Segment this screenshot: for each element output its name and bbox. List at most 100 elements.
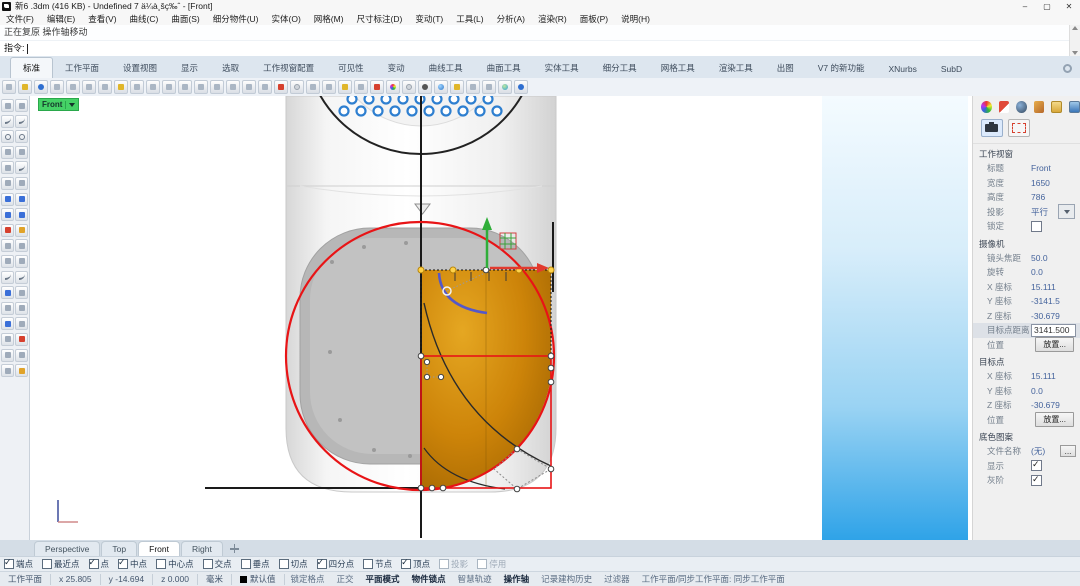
plane-gold-icon[interactable] <box>15 364 28 377</box>
osnap-disable[interactable]: 停用 <box>477 558 506 570</box>
curve-fillet-icon[interactable] <box>1 271 14 284</box>
osnap-center[interactable]: 中心点 <box>156 558 194 570</box>
camera-z-value[interactable]: -30.679 <box>1031 311 1080 321</box>
osnap-end[interactable]: 端点 <box>4 558 33 570</box>
adjust-curve-icon[interactable] <box>15 271 28 284</box>
surface-patch-icon[interactable] <box>1 177 14 190</box>
render-globe-icon[interactable] <box>434 80 448 94</box>
target-z-value[interactable]: -30.679 <box>1031 400 1080 410</box>
viewport-tab-front[interactable]: Front <box>138 541 180 556</box>
box-solid-icon[interactable] <box>1 193 14 206</box>
sphere-solid-icon[interactable] <box>15 193 28 206</box>
boolean-union-icon[interactable] <box>1 224 14 237</box>
target-y-value[interactable]: 0.0 <box>1031 386 1080 396</box>
polygon-icon[interactable] <box>1 161 14 174</box>
target-distance-input[interactable]: 3141.500 <box>1031 324 1076 337</box>
display-tab-icon[interactable] <box>1016 101 1027 113</box>
command-prompt[interactable]: 指令: <box>0 41 1080 56</box>
tab-v7-new[interactable]: V7 的新功能 <box>806 58 877 78</box>
cplane-field[interactable]: 工作平面 <box>0 574 51 585</box>
undo-icon[interactable] <box>130 80 144 94</box>
tab-cplanes[interactable]: 工作平面 <box>53 58 111 78</box>
arc-icon[interactable] <box>15 161 28 174</box>
tab-render-tools[interactable]: 渲染工具 <box>707 58 765 78</box>
menu-tools[interactable]: 工具(L) <box>456 13 483 25</box>
tab-set-view[interactable]: 设置视图 <box>111 58 169 78</box>
menu-render[interactable]: 渲染(R) <box>538 13 567 25</box>
locked-checkbox[interactable] <box>1031 221 1042 232</box>
toggle-smarttrack[interactable]: 智慧轨迹 <box>452 573 498 585</box>
rectangle-icon[interactable] <box>15 146 28 159</box>
osnap-tangent[interactable]: 切点 <box>279 558 308 570</box>
camera-y-value[interactable]: -3141.5 <box>1031 296 1080 306</box>
menu-surface[interactable]: 曲面(S) <box>171 13 199 25</box>
rotate-view-icon[interactable] <box>242 80 256 94</box>
tab-visibility[interactable]: 可见性 <box>326 58 376 78</box>
viewport-tab-right[interactable]: Right <box>181 541 223 556</box>
zoom-extents-icon[interactable] <box>226 80 240 94</box>
new-viewport-tab-button[interactable] <box>230 544 239 553</box>
tab-select[interactable]: 选取 <box>210 58 251 78</box>
layers-tab-icon[interactable] <box>999 101 1010 113</box>
menu-dimension[interactable]: 尺寸标注(D) <box>357 13 403 25</box>
osnap-knot[interactable]: 节点 <box>363 558 392 570</box>
layer-field[interactable]: 默认值 <box>232 574 285 585</box>
hatch-icon[interactable] <box>15 317 28 330</box>
osnap-near[interactable]: 最近点 <box>42 558 80 570</box>
layer-paint-icon[interactable] <box>370 80 384 94</box>
environment-tab-icon[interactable] <box>1069 101 1080 113</box>
toggle-grid-snap[interactable]: 锁定格点 <box>285 573 331 585</box>
linear-array-icon[interactable] <box>15 333 28 346</box>
scroll-down-icon[interactable] <box>1072 51 1078 55</box>
viewport-tab-top[interactable]: Top <box>101 541 137 556</box>
tab-subd[interactable]: SubD <box>929 60 974 78</box>
rotation-value[interactable]: 0.0 <box>1031 267 1080 277</box>
ghosted-viewport-icon[interactable] <box>290 80 304 94</box>
tab-curve-tools[interactable]: 曲线工具 <box>417 58 475 78</box>
projection-dropdown[interactable] <box>1058 204 1075 219</box>
tab-drafting[interactable]: 出图 <box>765 58 806 78</box>
color-wheel-icon[interactable] <box>386 80 400 94</box>
print-icon[interactable] <box>50 80 64 94</box>
material-sphere-light-icon[interactable] <box>402 80 416 94</box>
ellipse-icon[interactable] <box>15 130 28 143</box>
osnap-intersection[interactable]: 交点 <box>203 558 232 570</box>
scroll-up-icon[interactable] <box>1072 26 1078 30</box>
cut-icon[interactable] <box>82 80 96 94</box>
osnap-quadrant[interactable]: 四分点 <box>317 558 355 570</box>
camera-x-value[interactable]: 15.111 <box>1031 282 1080 292</box>
rendering-tab-icon[interactable] <box>1034 101 1045 113</box>
gear-options-icon[interactable] <box>466 80 480 94</box>
text-object-icon[interactable] <box>1 286 14 299</box>
viewport-height-value[interactable]: 786 <box>1031 192 1080 202</box>
paste-icon[interactable] <box>114 80 128 94</box>
toggle-record-history[interactable]: 记录建构历史 <box>535 573 598 585</box>
zoom-dynamic-icon[interactable] <box>178 80 192 94</box>
toggle-osnap[interactable]: 物件锁点 <box>406 573 452 585</box>
tab-transform[interactable]: 变动 <box>376 58 417 78</box>
bitmap-grayscale-checkbox[interactable] <box>1031 475 1042 486</box>
extrude-surface-icon[interactable] <box>15 208 28 221</box>
menu-subd[interactable]: 细分物件(U) <box>213 13 259 25</box>
lamp-icon[interactable] <box>338 80 352 94</box>
target-x-value[interactable]: 15.111 <box>1031 371 1080 381</box>
menu-help[interactable]: 说明(H) <box>621 13 650 25</box>
projection-value[interactable]: 平行 <box>1031 206 1058 218</box>
maximize-button[interactable]: ▢ <box>1036 1 1058 12</box>
menu-mesh[interactable]: 网格(M) <box>314 13 344 25</box>
front-viewport[interactable]: Front <box>30 96 972 540</box>
selection-rect-button[interactable] <box>1008 119 1030 137</box>
osnap-point[interactable]: 点 <box>89 558 110 570</box>
block-insert-icon[interactable] <box>1 302 14 315</box>
libraries-tab-icon[interactable] <box>1051 101 1062 113</box>
mesh-object-icon[interactable] <box>1 317 14 330</box>
shaded-viewport-icon[interactable] <box>274 80 288 94</box>
zoom-window-icon[interactable] <box>194 80 208 94</box>
tab-surface-tools[interactable]: 曲面工具 <box>475 58 533 78</box>
viewport-title-label[interactable]: Front <box>38 98 79 111</box>
tab-standard[interactable]: 标准 <box>10 57 53 78</box>
viewport-menu-caret-icon[interactable] <box>69 103 75 107</box>
menu-file[interactable]: 文件(F) <box>6 13 34 25</box>
menu-view[interactable]: 查看(V) <box>88 13 116 25</box>
command-scrollbar[interactable] <box>1069 25 1080 56</box>
